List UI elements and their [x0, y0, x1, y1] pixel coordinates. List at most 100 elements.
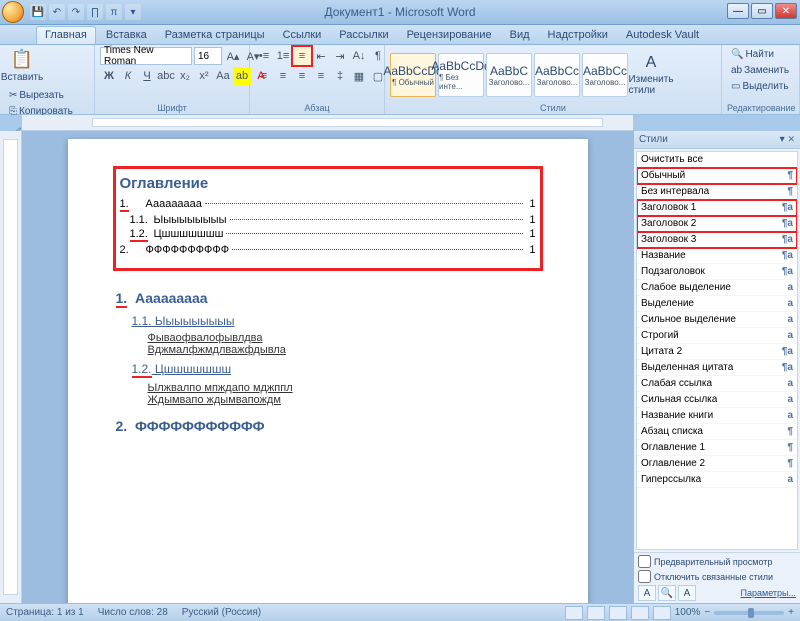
style-item[interactable]: Слабая ссылкаa [637, 376, 797, 392]
close-button[interactable]: ✕ [775, 3, 797, 19]
tab-вставка[interactable]: Вставка [98, 27, 155, 44]
style-chip[interactable]: AaBbCcЗаголово... [534, 53, 580, 97]
align-right-icon[interactable]: ≡ [293, 67, 311, 85]
zoom-out-icon[interactable]: − [704, 607, 710, 618]
style-item[interactable]: Без интервала¶ [637, 184, 797, 200]
replace-button[interactable]: ab Заменить [727, 63, 793, 78]
find-button[interactable]: 🔍 Найти [727, 47, 778, 62]
view-fullscreen-icon[interactable] [587, 606, 605, 620]
tab-рецензирование[interactable]: Рецензирование [399, 27, 500, 44]
toc-line[interactable]: 1.1.Ыыыыыыыыы1 [120, 214, 536, 226]
paste-button[interactable]: 📋 Вставить [5, 47, 39, 85]
tab-главная[interactable]: Главная [36, 26, 96, 44]
heading-1[interactable]: 1. Ааааааааа [116, 290, 540, 308]
tab-ссылки[interactable]: Ссылки [275, 27, 330, 44]
numbering-icon[interactable]: 1≡ [274, 47, 292, 65]
horizontal-ruler[interactable] [22, 115, 633, 131]
qat-undo[interactable]: ↶ [49, 4, 65, 20]
office-button[interactable] [2, 1, 24, 23]
status-page[interactable]: Страница: 1 из 1 [6, 607, 84, 618]
qat-more[interactable]: ▾ [125, 4, 141, 20]
case-icon[interactable]: Aa [214, 67, 232, 85]
style-item[interactable]: Цитата 2¶a [637, 344, 797, 360]
qat-save[interactable]: 💾 [30, 4, 46, 20]
style-chip[interactable]: AaBbCЗаголово... [486, 53, 532, 97]
style-item[interactable]: Заголовок 2¶a [637, 216, 797, 232]
status-words[interactable]: Число слов: 28 [98, 607, 168, 618]
sup-icon[interactable]: x² [195, 67, 213, 85]
style-item[interactable]: Оглавление 1¶ [637, 440, 797, 456]
heading-2[interactable]: 1.1. Ыыыыыыыыы [132, 314, 540, 328]
body-paragraph[interactable]: Ждымвапо ждымвапождм [148, 394, 540, 406]
font-name-dropdown[interactable]: Times New Roman [100, 47, 192, 65]
font-size-dropdown[interactable]: 16 [194, 47, 222, 65]
style-item[interactable]: Сильное выделениеa [637, 312, 797, 328]
document-area[interactable]: Оглавление 1.Ааааааааа11.1.Ыыыыыыыыы11.2… [22, 131, 633, 603]
tab-вид[interactable]: Вид [502, 27, 538, 44]
status-lang[interactable]: Русский (Россия) [182, 607, 261, 618]
minimize-button[interactable]: — [727, 3, 749, 19]
qat-redo[interactable]: ↷ [68, 4, 84, 20]
select-button[interactable]: ▭ Выделить [727, 79, 793, 94]
style-chip[interactable]: AaBbCcDd¶ Обычный [390, 53, 436, 97]
view-outline-icon[interactable] [631, 606, 649, 620]
body-paragraph[interactable]: Фываофвалофывлдва [148, 332, 540, 344]
zoom-level[interactable]: 100% [675, 607, 701, 618]
multilevel-list-icon[interactable]: ≡ [293, 47, 311, 65]
styles-options-link[interactable]: Параметры... [741, 588, 796, 598]
vertical-ruler[interactable] [0, 131, 22, 603]
zoom-slider[interactable] [714, 611, 784, 615]
tab-autodesk vault[interactable]: Autodesk Vault [618, 27, 707, 44]
bold-icon[interactable]: Ж [100, 67, 118, 85]
style-item[interactable]: Сильная ссылкаa [637, 392, 797, 408]
style-item[interactable]: Заголовок 1¶a [637, 200, 797, 216]
tab-разметка страницы[interactable]: Разметка страницы [157, 27, 273, 44]
inc-indent-icon[interactable]: ⇥ [331, 47, 349, 65]
align-center-icon[interactable]: ≡ [274, 67, 292, 85]
style-item[interactable]: Название книгиa [637, 408, 797, 424]
styles-pane-dropdown-icon[interactable]: ▾ ✕ [780, 134, 795, 145]
sub-icon[interactable]: x₂ [176, 67, 194, 85]
style-item[interactable]: Абзац списка¶ [637, 424, 797, 440]
change-styles-button[interactable]: AИзменить стили [630, 52, 672, 98]
italic-icon[interactable]: К [119, 67, 137, 85]
qat-print[interactable]: ∏ [87, 4, 103, 20]
toc-line[interactable]: 1.Ааааааааа1 [120, 198, 536, 212]
styles-pane-close-icon[interactable]: ✕ [787, 134, 795, 144]
style-item[interactable]: Слабое выделениеa [637, 280, 797, 296]
heading-2[interactable]: 1.2. Цшшшшшшш [132, 362, 540, 378]
view-draft-icon[interactable] [653, 606, 671, 620]
style-chip[interactable]: AaBbCcDd¶ Без инте... [438, 53, 484, 97]
justify-icon[interactable]: ≡ [312, 67, 330, 85]
styles-list[interactable]: Очистить всеОбычный¶Без интервала¶Заголо… [636, 151, 798, 550]
style-item[interactable]: Выделенная цитата¶a [637, 360, 797, 376]
bullets-icon[interactable]: •≡ [255, 47, 273, 65]
body-paragraph[interactable]: Вджмалфжмдлважфдывла [148, 344, 540, 356]
style-inspector-icon[interactable]: 🔍 [658, 585, 676, 601]
line-spacing-icon[interactable]: ‡ [331, 67, 349, 85]
cut-button[interactable]: ✂ Вырезать [5, 88, 89, 103]
sort-icon[interactable]: A↓ [350, 47, 368, 65]
style-item[interactable]: Обычный¶ [637, 168, 797, 184]
maximize-button[interactable]: ▭ [751, 3, 773, 19]
style-chip[interactable]: AaBbCcЗаголово... [582, 53, 628, 97]
qat-pi[interactable]: π [106, 4, 122, 20]
preview-checkbox[interactable]: Предварительный просмотр [638, 555, 796, 568]
style-item[interactable]: Строгийa [637, 328, 797, 344]
align-left-icon[interactable]: ≡ [255, 67, 273, 85]
zoom-in-icon[interactable]: + [788, 607, 794, 618]
heading-1[interactable]: 2. ФФФФФФФФФФФ [116, 418, 540, 434]
toc-line[interactable]: 2.ФФФФФФФФФФ1 [120, 244, 536, 256]
toc-line[interactable]: 1.2.Цшшшшшшш1 [120, 228, 536, 242]
tab-надстройки[interactable]: Надстройки [540, 27, 616, 44]
dec-indent-icon[interactable]: ⇤ [312, 47, 330, 65]
body-paragraph[interactable]: Ылжвалпо мпждапо мджппл [148, 382, 540, 394]
manage-styles-icon[interactable]: A [678, 585, 696, 601]
shading-icon[interactable]: ▦ [350, 67, 368, 85]
style-item[interactable]: Подзаголовок¶a [637, 264, 797, 280]
disable-linked-checkbox[interactable]: Отключить связанные стили [638, 570, 796, 583]
style-item[interactable]: Гиперссылкаa [637, 472, 797, 488]
view-web-icon[interactable] [609, 606, 627, 620]
style-item[interactable]: Выделениеa [637, 296, 797, 312]
style-item[interactable]: Очистить все [637, 152, 797, 168]
